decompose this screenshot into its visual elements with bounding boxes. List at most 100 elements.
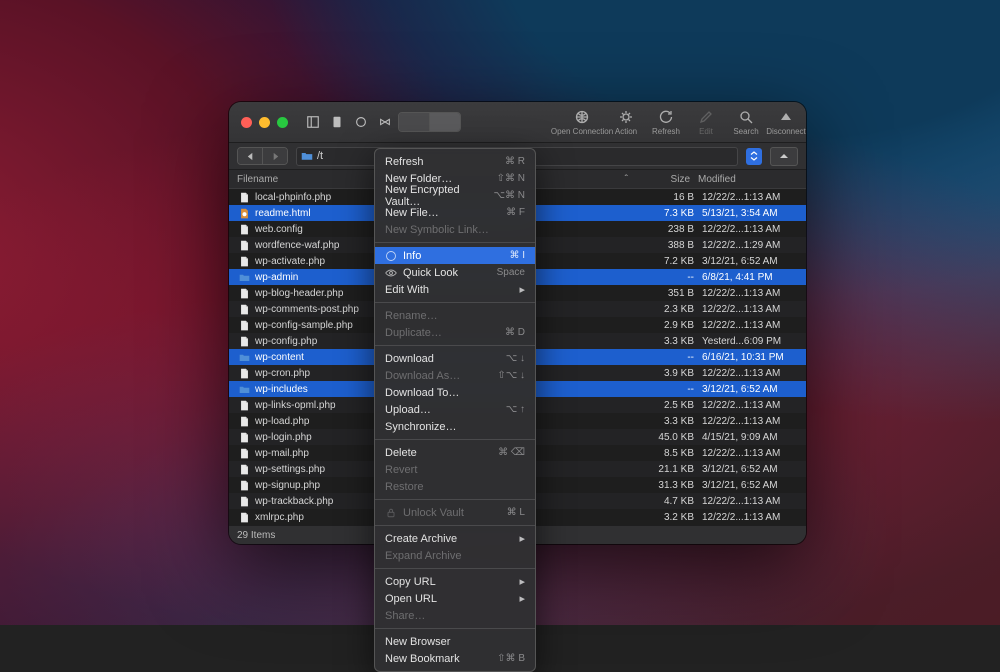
file-modified: 6/8/21, 4:41 PM	[698, 272, 806, 283]
file-modified: 12/22/2...1:13 AM	[698, 304, 806, 315]
menu-item[interactable]: New Bookmark⇧⌘ B	[375, 650, 535, 667]
menu-shortcut: ⌘ L	[507, 507, 525, 518]
edit-button: Edit	[686, 109, 726, 136]
menu-item-label: Delete	[385, 447, 498, 459]
toolbar-small-icons	[306, 115, 392, 129]
menu-item: New Symbolic Link…	[375, 221, 535, 238]
menu-separator	[375, 439, 535, 440]
menu-item-label: Expand Archive	[385, 550, 525, 562]
menu-item-label: Copy URL	[385, 576, 519, 588]
folder-icon	[237, 352, 251, 363]
menu-item: Expand Archive	[375, 547, 535, 564]
file-icon	[237, 464, 251, 475]
forward-button[interactable]	[262, 148, 287, 164]
menu-shortcut: ⇧⌥ ↓	[497, 370, 525, 381]
menu-item[interactable]: Quick LookSpace	[375, 264, 535, 281]
context-menu[interactable]: Refresh⌘ RNew Folder…⇧⌘ NNew Encrypted V…	[374, 148, 536, 672]
open-connection-button[interactable]: Open Connection	[558, 109, 606, 136]
minimize-button[interactable]	[259, 117, 270, 128]
file-icon	[237, 304, 251, 315]
bookmarks-icon[interactable]	[306, 115, 320, 129]
go-up-button[interactable]	[770, 147, 798, 166]
file-icon	[237, 368, 251, 379]
file-icon	[237, 400, 251, 411]
account-segmented[interactable]	[398, 112, 461, 132]
close-button[interactable]	[241, 117, 252, 128]
zoom-button[interactable]	[277, 117, 288, 128]
menu-item: Share…	[375, 607, 535, 624]
menu-item-label: Synchronize…	[385, 421, 525, 433]
column-modified[interactable]: Modified	[690, 174, 806, 185]
menu-item-label: Share…	[385, 610, 525, 622]
toolbar-label: Search	[733, 127, 758, 136]
menu-item: Rename…	[375, 307, 535, 324]
file-modified: 12/22/2...1:13 AM	[698, 224, 806, 235]
menu-item-label: Edit With	[385, 284, 519, 296]
item-count: 29 Items	[237, 530, 275, 541]
menu-separator	[375, 302, 535, 303]
menu-item-label: New Encrypted Vault…	[385, 184, 493, 208]
activity-icon[interactable]	[354, 115, 368, 129]
file-modified: 12/22/2...1:13 AM	[698, 288, 806, 299]
menu-item[interactable]: Open URL▸	[375, 590, 535, 607]
file-modified: 12/22/2...1:13 AM	[698, 320, 806, 331]
menu-item[interactable]: Download To…	[375, 384, 535, 401]
refresh-button[interactable]: Refresh	[646, 109, 686, 136]
menu-shortcut: ⌥ ↑	[506, 404, 525, 415]
menu-item[interactable]: Edit With▸	[375, 281, 535, 298]
file-icon	[237, 336, 251, 347]
menu-item-label: Download	[385, 353, 506, 365]
submenu-arrow-icon: ▸	[519, 575, 525, 588]
menu-item-label: New Symbolic Link…	[385, 224, 525, 236]
submenu-arrow-icon: ▸	[519, 283, 525, 296]
menu-item[interactable]: Delete⌘ ⌫	[375, 444, 535, 461]
file-icon	[237, 496, 251, 507]
menu-item-label: Info	[403, 250, 509, 262]
menu-item[interactable]: Upload…⌥ ↑	[375, 401, 535, 418]
file-size: 7.3 KB	[638, 208, 698, 219]
menu-shortcut: ⌘ ⌫	[498, 447, 525, 458]
bonjour-icon[interactable]	[378, 115, 392, 129]
menu-item[interactable]: New File…⌘ F	[375, 204, 535, 221]
file-modified: 12/22/2...1:13 AM	[698, 448, 806, 459]
menu-shortcut: ⇧⌘ N	[497, 173, 525, 184]
path-dropdown-button[interactable]	[746, 148, 762, 165]
file-modified: 12/22/2...1:29 AM	[698, 240, 806, 251]
menu-item[interactable]: Refresh⌘ R	[375, 153, 535, 170]
toolbar-label: Open Connection	[551, 127, 613, 136]
menu-item[interactable]: Copy URL▸	[375, 573, 535, 590]
column-size[interactable]: Size	[634, 174, 690, 185]
nav-back-forward[interactable]	[237, 147, 288, 165]
menu-item[interactable]: Info⌘ I	[375, 247, 535, 264]
disconnect-button[interactable]: Disconnect	[766, 109, 806, 136]
path-text: /t	[317, 150, 323, 162]
menu-shortcut: Space	[497, 267, 525, 278]
file-modified: 3/12/21, 6:52 AM	[698, 464, 806, 475]
folder-icon	[237, 384, 251, 395]
menu-item-label: New Browser	[385, 636, 525, 648]
back-button[interactable]	[238, 148, 262, 164]
menu-shortcut: ⇧⌘ B	[497, 653, 525, 664]
menu-item[interactable]: Synchronize…	[375, 418, 535, 435]
file-size: 16 B	[638, 192, 698, 203]
menu-item[interactable]: New Browser	[375, 633, 535, 650]
file-size: 7.2 KB	[638, 256, 698, 267]
menu-item: Duplicate…⌘ D	[375, 324, 535, 341]
window-controls	[229, 117, 300, 128]
file-modified: 12/22/2...1:13 AM	[698, 400, 806, 411]
action-button[interactable]: Action	[606, 109, 646, 136]
file-size: 2.5 KB	[638, 400, 698, 411]
file-modified: 12/22/2...1:13 AM	[698, 368, 806, 379]
file-size: 351 B	[638, 288, 698, 299]
search-button[interactable]: Search	[726, 109, 766, 136]
menu-shortcut: ⌘ F	[506, 207, 525, 218]
menu-item[interactable]: New Encrypted Vault…⌥⌘ N	[375, 187, 535, 204]
file-size: 238 B	[638, 224, 698, 235]
file-size: --	[638, 352, 698, 363]
file-icon	[237, 448, 251, 459]
menu-item[interactable]: Create Archive▸	[375, 530, 535, 547]
history-icon[interactable]	[330, 115, 344, 129]
menu-item[interactable]: Download⌥ ↓	[375, 350, 535, 367]
menu-item-label: Download As…	[385, 370, 497, 382]
file-modified: 12/22/2...1:13 AM	[698, 416, 806, 427]
